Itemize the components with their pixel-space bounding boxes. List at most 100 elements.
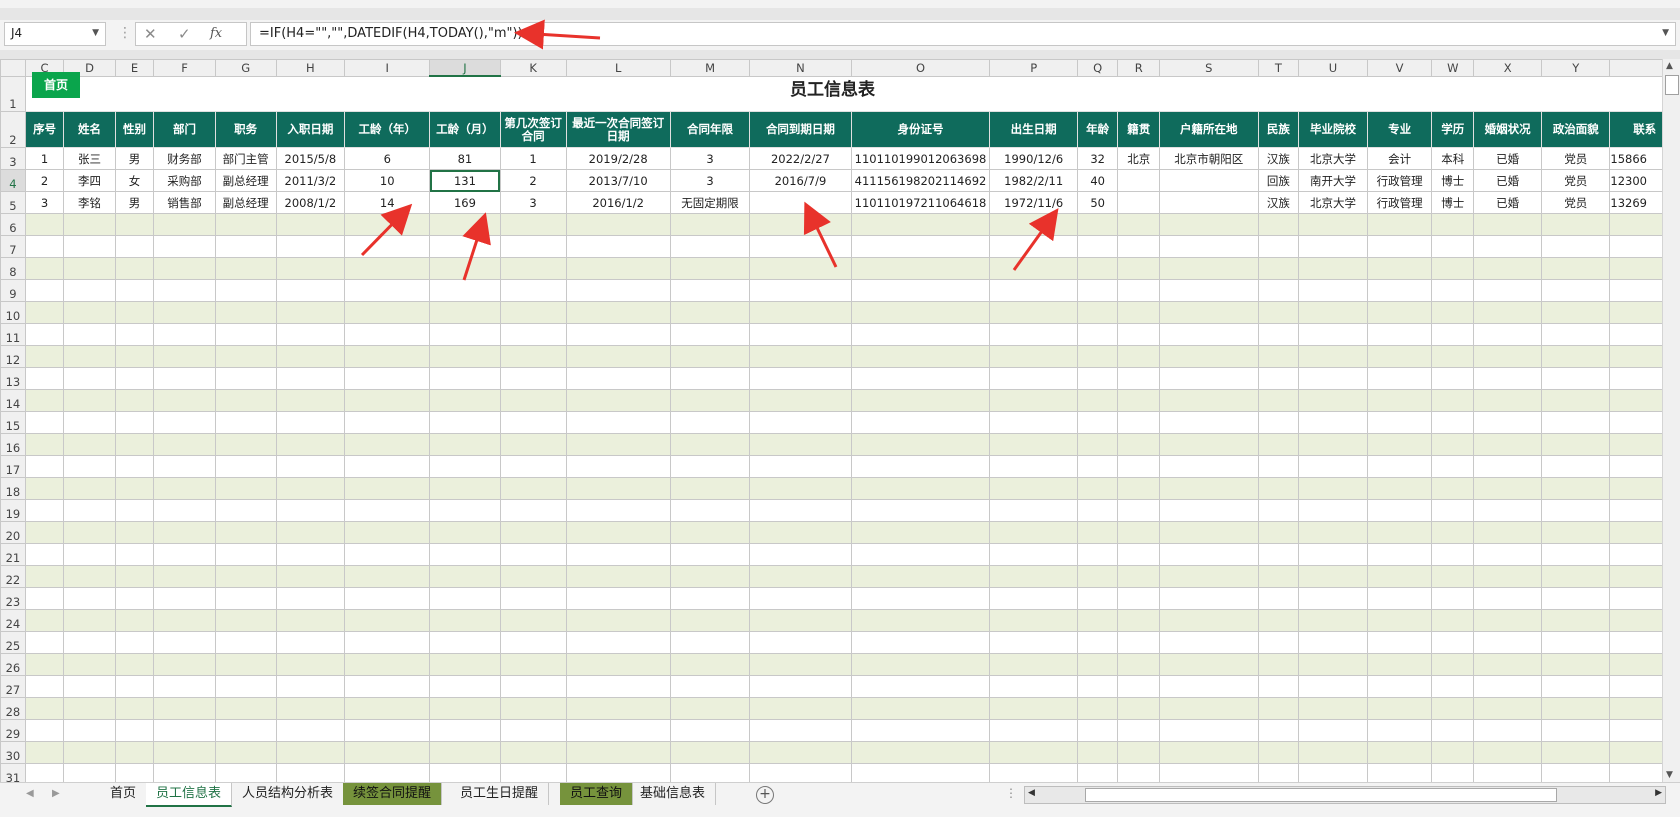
empty-cell[interactable] (429, 719, 501, 742)
empty-cell[interactable] (1431, 367, 1475, 390)
empty-cell[interactable] (24, 521, 65, 544)
empty-cell[interactable] (499, 565, 567, 588)
empty-cell[interactable] (1076, 455, 1119, 478)
table-cell[interactable]: 已婚 (1473, 169, 1543, 192)
empty-cell[interactable] (850, 411, 991, 434)
table-cell[interactable] (1117, 169, 1161, 192)
empty-cell[interactable] (114, 521, 155, 544)
empty-cell[interactable] (1431, 433, 1475, 456)
empty-cell[interactable] (24, 433, 65, 456)
table-cell[interactable]: 2016/1/2 (565, 191, 671, 214)
empty-cell[interactable] (499, 763, 567, 782)
empty-cell[interactable] (1076, 653, 1119, 676)
empty-cell[interactable] (1117, 521, 1161, 544)
empty-cell[interactable] (1076, 763, 1119, 782)
empty-cell[interactable] (1257, 499, 1300, 522)
column-header[interactable]: S (1159, 59, 1259, 77)
empty-cell[interactable] (344, 631, 431, 654)
empty-cell[interactable] (669, 235, 751, 258)
column-title-cell[interactable]: 政治面貌 (1541, 111, 1611, 148)
empty-cell[interactable] (429, 609, 501, 632)
empty-cell[interactable] (749, 543, 852, 566)
empty-cell[interactable] (1366, 587, 1433, 610)
sheet-tab[interactable]: 首页 (100, 783, 148, 805)
empty-cell[interactable] (1541, 565, 1611, 588)
empty-cell[interactable] (1257, 543, 1300, 566)
empty-cell[interactable] (989, 433, 1078, 456)
empty-cell[interactable] (565, 697, 671, 720)
column-title-cell[interactable]: 工龄（年） (344, 111, 431, 148)
empty-cell[interactable] (1298, 565, 1368, 588)
empty-cell[interactable] (1473, 675, 1543, 698)
empty-cell[interactable] (1366, 719, 1433, 742)
table-cell[interactable]: 党员 (1541, 147, 1611, 170)
scroll-up-icon[interactable]: ▲ (1666, 61, 1673, 71)
column-header[interactable]: O (850, 59, 991, 77)
empty-cell[interactable] (989, 279, 1078, 302)
empty-cell[interactable] (749, 499, 852, 522)
empty-cell[interactable] (1473, 323, 1543, 346)
empty-cell[interactable] (153, 631, 216, 654)
empty-cell[interactable] (24, 587, 65, 610)
empty-cell[interactable] (1257, 323, 1300, 346)
sheet-tab[interactable]: 人员结构分析表 (232, 783, 345, 805)
empty-cell[interactable] (344, 367, 431, 390)
empty-cell[interactable] (749, 675, 852, 698)
empty-cell[interactable] (669, 389, 751, 412)
table-cell[interactable]: 6 (344, 147, 431, 170)
empty-cell[interactable] (499, 499, 567, 522)
table-cell[interactable]: 1982/2/11 (989, 169, 1078, 192)
empty-cell[interactable] (114, 257, 155, 280)
empty-cell[interactable] (1117, 719, 1161, 742)
empty-cell[interactable] (429, 213, 501, 236)
empty-cell[interactable] (669, 477, 751, 500)
empty-cell[interactable] (1076, 741, 1119, 764)
row-header[interactable]: 15 (0, 411, 26, 434)
empty-cell[interactable] (1117, 367, 1161, 390)
empty-cell[interactable] (1257, 345, 1300, 368)
empty-cell[interactable] (669, 411, 751, 434)
empty-cell[interactable] (1159, 763, 1259, 782)
empty-cell[interactable] (1298, 543, 1368, 566)
table-cell[interactable]: 部门主管 (214, 147, 277, 170)
empty-cell[interactable] (344, 433, 431, 456)
empty-cell[interactable] (669, 213, 751, 236)
empty-cell[interactable] (1431, 631, 1475, 654)
column-title-cell[interactable]: 合同到期日期 (749, 111, 852, 148)
empty-cell[interactable] (1159, 389, 1259, 412)
empty-cell[interactable] (275, 323, 346, 346)
empty-cell[interactable] (344, 697, 431, 720)
empty-cell[interactable] (1431, 389, 1475, 412)
empty-cell[interactable] (669, 521, 751, 544)
empty-cell[interactable] (1473, 279, 1543, 302)
table-cell[interactable]: 2008/1/2 (275, 191, 346, 214)
empty-cell[interactable] (1541, 389, 1611, 412)
table-cell[interactable]: 3 (24, 191, 65, 214)
empty-cell[interactable] (214, 213, 277, 236)
empty-cell[interactable] (344, 499, 431, 522)
empty-cell[interactable] (565, 521, 671, 544)
confirm-entry-button[interactable]: ✓ (178, 25, 191, 43)
empty-cell[interactable] (850, 719, 991, 742)
empty-cell[interactable] (1431, 565, 1475, 588)
table-cell[interactable]: 行政管理 (1366, 191, 1433, 214)
empty-cell[interactable] (344, 455, 431, 478)
table-cell[interactable] (749, 191, 852, 214)
empty-cell[interactable] (275, 411, 346, 434)
empty-cell[interactable] (1431, 345, 1475, 368)
empty-cell[interactable] (749, 587, 852, 610)
empty-cell[interactable] (63, 741, 116, 764)
empty-cell[interactable] (1366, 279, 1433, 302)
empty-cell[interactable] (989, 257, 1078, 280)
empty-cell[interactable] (1117, 433, 1161, 456)
empty-cell[interactable] (344, 521, 431, 544)
row-header[interactable]: 30 (0, 741, 26, 764)
empty-cell[interactable] (499, 367, 567, 390)
empty-cell[interactable] (1117, 477, 1161, 500)
empty-cell[interactable] (214, 609, 277, 632)
empty-cell[interactable] (275, 587, 346, 610)
empty-cell[interactable] (1257, 675, 1300, 698)
empty-cell[interactable] (565, 455, 671, 478)
empty-cell[interactable] (63, 455, 116, 478)
empty-cell[interactable] (1366, 741, 1433, 764)
